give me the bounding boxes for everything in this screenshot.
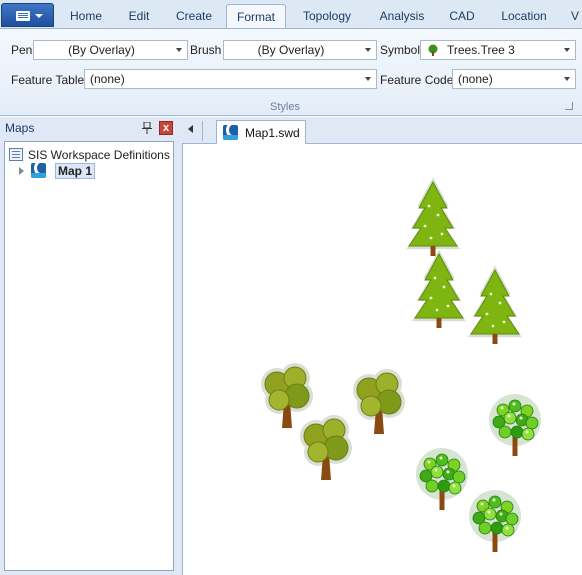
conifer-tree-symbol[interactable]: [405, 176, 461, 257]
map-item-label: Map 1: [55, 163, 96, 179]
tab-edit[interactable]: Edit: [116, 4, 162, 28]
dialog-launcher-icon[interactable]: [565, 102, 573, 110]
symbol-combo[interactable]: Trees.Tree 3: [420, 40, 576, 60]
map-drawing: [260, 176, 542, 553]
pen-value: (By Overlay): [68, 43, 135, 57]
document-tab-map1[interactable]: Map1.swd: [216, 120, 306, 144]
map-icon: [31, 163, 46, 178]
workspace-icon: [9, 148, 23, 161]
tab-create[interactable]: Create: [166, 4, 222, 28]
document-tab-label: Map1.swd: [245, 126, 300, 140]
expand-arrow-icon[interactable]: [19, 167, 24, 175]
styles-group-label: Styles: [270, 101, 300, 113]
tab-view[interactable]: V: [568, 4, 582, 28]
ribbon-tab-bar: Home Edit Create Format Topology Analysi…: [0, 0, 582, 29]
broadleaf-tree-symbol[interactable]: [260, 362, 314, 429]
tab-cad[interactable]: CAD: [440, 4, 484, 28]
feature-code-label: Feature Code: [380, 73, 454, 87]
fruit-tree-symbol[interactable]: [488, 393, 542, 457]
tree-item-map[interactable]: Map 1: [9, 163, 109, 179]
application-menu-button[interactable]: [1, 3, 54, 27]
tab-format[interactable]: Format: [226, 4, 286, 29]
maps-tree: SIS Workspace Definitions Map 1: [4, 141, 174, 571]
chevron-down-icon: [365, 48, 371, 52]
brush-label: Brush: [190, 43, 222, 57]
tab-analysis[interactable]: Analysis: [368, 4, 436, 28]
symbol-value: Trees.Tree 3: [447, 43, 515, 57]
workspace-label: SIS Workspace Definitions: [28, 148, 170, 162]
pen-combo[interactable]: (By Overlay): [33, 40, 188, 60]
conifer-tree-symbol[interactable]: [411, 248, 467, 329]
chevron-down-icon: [365, 77, 371, 81]
map-canvas[interactable]: [182, 144, 582, 575]
maps-pane-title: Maps: [5, 121, 35, 135]
brush-combo[interactable]: (By Overlay): [223, 40, 377, 60]
feature-table-label: Feature Table: [11, 73, 85, 87]
menu-icon: [16, 11, 30, 21]
maps-pane-header: Maps x: [0, 117, 178, 139]
chevron-down-icon: [564, 48, 570, 52]
broadleaf-tree-symbol[interactable]: [352, 368, 406, 435]
brush-value: (By Overlay): [257, 43, 325, 57]
tab-separator: [202, 121, 203, 141]
broadleaf-tree-symbol[interactable]: [299, 414, 353, 481]
feature-code-value: (none): [458, 72, 493, 86]
symbol-label: Symbol: [380, 43, 421, 57]
ribbon-panel: Pen (By Overlay) Brush (By Overlay) Symb…: [0, 28, 582, 116]
tab-topology[interactable]: Topology: [290, 4, 364, 28]
feature-code-combo[interactable]: (none): [452, 69, 576, 89]
conifer-tree-symbol[interactable]: [467, 264, 523, 345]
tree-item-workspace[interactable]: SIS Workspace Definitions: [9, 147, 174, 163]
pen-label: Pen: [11, 43, 33, 57]
fruit-tree-symbol[interactable]: [415, 447, 469, 511]
map-icon: [223, 125, 238, 140]
tab-location[interactable]: Location: [490, 4, 558, 28]
document-tab-strip: Map1.swd: [182, 117, 582, 144]
chevron-down-icon: [35, 14, 43, 18]
chevron-down-icon: [564, 77, 570, 81]
close-icon[interactable]: x: [159, 121, 173, 135]
feature-table-value: (none): [90, 72, 125, 86]
pin-icon[interactable]: [142, 122, 152, 134]
scroll-left-icon[interactable]: [188, 125, 193, 133]
chevron-down-icon: [176, 48, 182, 52]
tab-home[interactable]: Home: [58, 4, 114, 28]
feature-table-combo[interactable]: (none): [84, 69, 377, 89]
fruit-tree-symbol[interactable]: [468, 489, 522, 553]
maps-pane: Maps x SIS Workspace Definitions Map 1: [0, 117, 178, 575]
tree-symbol-icon: [428, 44, 438, 56]
